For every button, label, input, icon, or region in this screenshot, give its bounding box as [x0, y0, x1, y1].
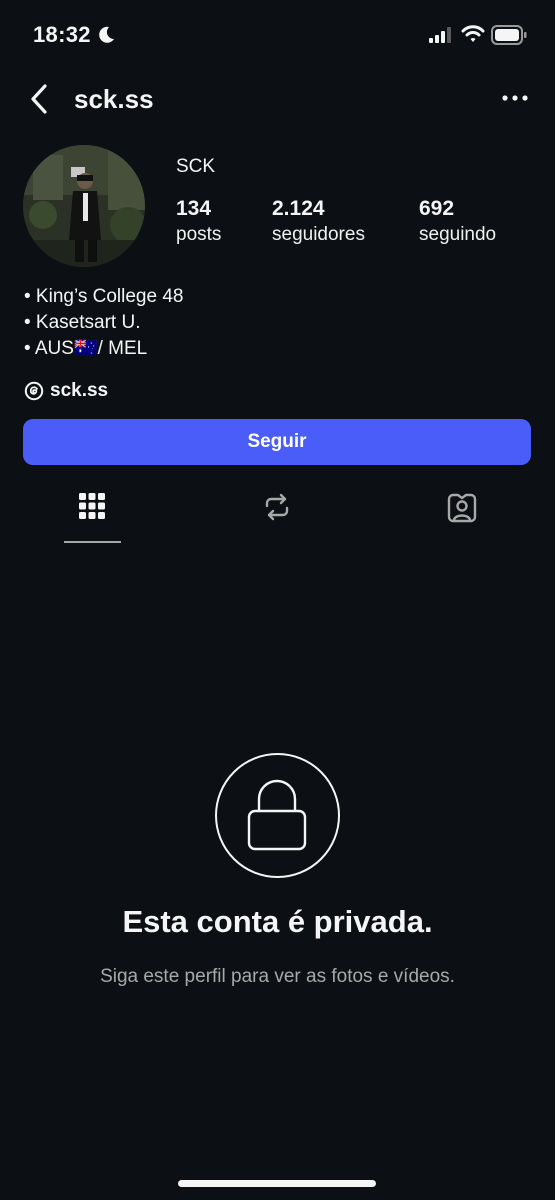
selected-tab-indicator	[64, 541, 121, 543]
tab-posts-grid[interactable]	[62, 492, 122, 542]
private-account-subtitle: Siga este perfil para ver as fotos e víd…	[100, 966, 455, 987]
followers-stat[interactable]: 2.124 seguidores	[272, 196, 365, 248]
posts-count: 134	[176, 197, 212, 220]
signal-icon	[429, 27, 451, 43]
threads-link[interactable]: sck.ss	[24, 378, 108, 404]
bio-line: • AUS🇦🇺/ MEL	[24, 338, 148, 359]
repost-icon	[265, 493, 289, 521]
moon-icon	[99, 26, 114, 43]
posts-stat: 134 posts	[176, 196, 221, 248]
bio: • King’s College 48 • Kasetsart U. • AUS…	[24, 284, 183, 362]
page-title-username: sck.ss	[74, 84, 154, 114]
threads-icon	[24, 381, 44, 401]
status-time: 18:32	[33, 22, 91, 47]
tab-reposts[interactable]	[247, 492, 307, 542]
tab-tagged[interactable]	[432, 492, 492, 542]
more-options-icon[interactable]	[500, 93, 530, 103]
following-count: 692	[419, 197, 455, 220]
profile-screen: 18:32 sck.ss SCK 134 posts 2.124 seguido…	[0, 0, 555, 1200]
tagged-person-icon	[447, 493, 477, 523]
following-stat[interactable]: 692 seguindo	[419, 196, 496, 248]
back-chevron-icon[interactable]	[26, 82, 56, 116]
followers-count: 2.124	[272, 197, 325, 220]
status-bar: 18:32	[0, 0, 555, 70]
display-name: SCK	[176, 156, 216, 177]
home-indicator[interactable]	[178, 1180, 376, 1187]
following-label: seguindo	[419, 224, 497, 245]
avatar-photo	[23, 145, 145, 267]
battery-icon	[491, 25, 527, 45]
bio-line: • Kasetsart U.	[24, 312, 141, 333]
bio-line: • King’s College 48	[24, 286, 184, 307]
follow-button[interactable]: Seguir	[23, 419, 531, 465]
wifi-icon	[461, 25, 485, 42]
lock-icon	[247, 779, 307, 851]
private-account-title: Esta conta é privada.	[122, 904, 433, 939]
followers-label: seguidores	[272, 224, 365, 245]
avatar[interactable]	[23, 145, 145, 267]
posts-label: posts	[176, 224, 222, 245]
threads-handle: sck.ss	[50, 380, 109, 401]
grid-icon	[79, 493, 105, 519]
